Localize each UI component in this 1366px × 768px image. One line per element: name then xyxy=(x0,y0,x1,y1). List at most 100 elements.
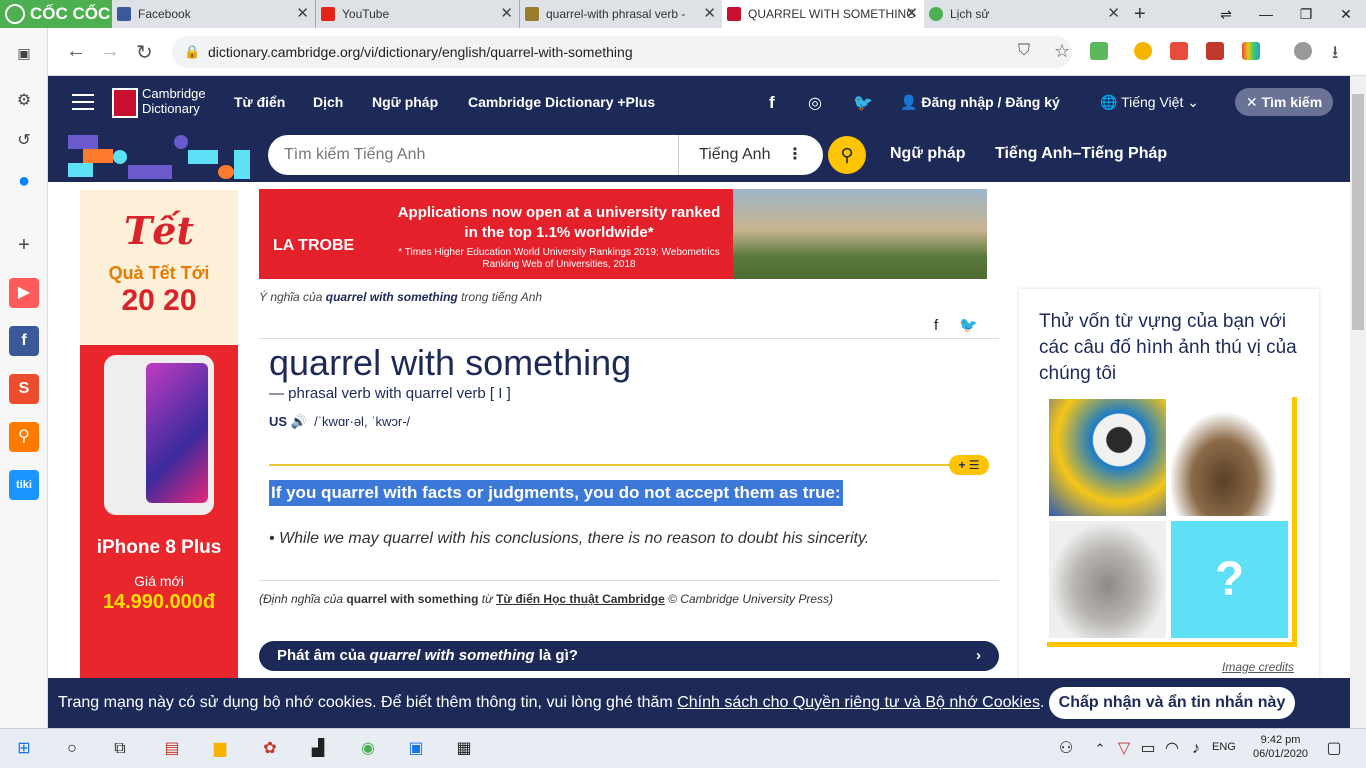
pronunciation-accordion[interactable]: Phát âm của quarrel with something là gì… xyxy=(259,641,999,671)
app-icon[interactable]: ▣ xyxy=(404,737,428,761)
nav-translate[interactable]: Dịch xyxy=(313,94,343,110)
facebook-sidebar-icon[interactable]: f xyxy=(9,326,39,356)
profile-avatar[interactable] xyxy=(1294,42,1312,60)
tab-history[interactable]: Lịch sử ✕ xyxy=(924,0,1126,28)
downloads-icon[interactable]: ⭳ xyxy=(1332,40,1338,70)
adblock-extension-icon[interactable] xyxy=(1170,42,1188,60)
cortana-icon[interactable]: ○ xyxy=(60,737,84,761)
address-bar[interactable]: 🔒 dictionary.cambridge.org/vi/dictionary/… xyxy=(172,36,1072,68)
reload-icon[interactable]: ↻ xyxy=(136,40,153,65)
tray-chevron-icon[interactable]: ⌃ xyxy=(1088,737,1112,761)
english-french-link[interactable]: Tiếng Anh–Tiếng Pháp xyxy=(995,145,1167,163)
close-tab-icon[interactable]: ✕ xyxy=(703,0,716,28)
input-language[interactable]: ENG xyxy=(1212,741,1236,753)
dictionary-selector[interactable]: Tiếng Anh ⋮ xyxy=(678,135,823,175)
top-advertisement[interactable]: LA TROBE Applications now open at a univ… xyxy=(259,189,987,279)
share-twitter-icon[interactable]: 🐦 xyxy=(959,317,978,334)
sidebar-toggle-icon[interactable]: ▣ xyxy=(9,38,39,68)
tab-youtube[interactable]: YouTube ✕ xyxy=(316,0,520,28)
divider xyxy=(259,338,999,339)
speaker-icon[interactable]: 🔊 xyxy=(291,414,307,429)
people-icon[interactable]: ⚇ xyxy=(1054,737,1078,761)
color-extension-icon[interactable] xyxy=(1242,42,1260,60)
add-sidebar-item-icon[interactable]: + xyxy=(9,230,39,260)
forward-icon[interactable]: → xyxy=(100,40,120,63)
youtube-sidebar-icon[interactable]: ▶ xyxy=(9,278,39,308)
quiz-image-grid[interactable]: ? xyxy=(1047,397,1297,647)
nav-plus[interactable]: Cambridge Dictionary +Plus xyxy=(468,94,655,110)
share-facebook-icon[interactable]: f xyxy=(934,317,938,334)
tiki-sidebar-icon[interactable]: tiki xyxy=(9,470,39,500)
app-icon[interactable]: ▦ xyxy=(452,737,476,761)
wifi-icon[interactable]: ◠ xyxy=(1160,737,1184,761)
coccoc-taskbar-icon[interactable]: ◉ xyxy=(356,737,380,761)
tab-cambridge-active[interactable]: QUARREL WITH SOMETHING ✕ xyxy=(722,0,924,28)
volume-icon[interactable]: ♪ xyxy=(1184,737,1208,761)
back-icon[interactable]: ← xyxy=(66,40,86,63)
tray-app-icon[interactable]: ▽ xyxy=(1112,737,1136,761)
ad-price-label: Giá mới xyxy=(134,573,184,589)
app-icon[interactable]: ▤ xyxy=(160,737,184,761)
coccoc-brand[interactable]: CỐC CỐC xyxy=(0,0,112,28)
logo-line2: Dictionary xyxy=(142,101,200,116)
battery-icon[interactable]: ▭ xyxy=(1136,737,1160,761)
task-view-icon[interactable]: ⧉ xyxy=(108,737,132,761)
tab-title: QUARREL WITH SOMETHING xyxy=(748,7,916,21)
close-tab-icon[interactable]: ✕ xyxy=(500,0,513,28)
cambridge-logo[interactable]: Cambridge Dictionary xyxy=(142,86,206,116)
messenger-icon[interactable]: ● xyxy=(9,166,39,196)
page-favicon-icon xyxy=(525,7,539,21)
nav-dictionary[interactable]: Từ điển xyxy=(234,94,285,110)
region-label: US xyxy=(269,414,288,429)
close-window-icon[interactable]: ✕ xyxy=(1326,0,1366,28)
clock[interactable]: 9:42 pm 06/01/2020 xyxy=(1253,733,1308,761)
notification-icon[interactable]: ▢ xyxy=(1322,737,1346,761)
cite-source-link[interactable]: Từ điển Học thuật Cambridge xyxy=(496,592,665,606)
close-tab-icon[interactable]: ✕ xyxy=(1107,0,1120,28)
page-scrollbar[interactable] xyxy=(1350,76,1366,728)
close-tab-icon[interactable]: ✕ xyxy=(296,0,309,28)
extension-icon[interactable] xyxy=(1206,42,1224,60)
cookie-banner: Trang mạng này có sử dụng bộ nhớ cookies… xyxy=(48,678,1350,728)
download-extension-icon[interactable] xyxy=(1090,42,1108,60)
search-input[interactable]: Tìm kiếm Tiếng Anh Tiếng Anh ⋮ xyxy=(268,135,823,175)
scrollbar-thumb[interactable] xyxy=(1352,94,1364,330)
history-icon[interactable]: ↺ xyxy=(9,126,39,156)
search-submit-button[interactable]: ⚲ xyxy=(828,136,866,174)
windows-start-icon[interactable]: ⊞ xyxy=(12,737,36,761)
search-placeholder: Tìm kiếm Tiếng Anh xyxy=(284,146,426,163)
quiz-panel[interactable]: Thử vốn từ vựng của bạn với các câu đố h… xyxy=(1019,289,1319,679)
maximize-icon[interactable]: ❐ xyxy=(1286,0,1326,28)
chrome-extension-icon[interactable] xyxy=(1134,42,1152,60)
shopee-sidebar-icon[interactable]: S xyxy=(9,374,39,404)
signin-link[interactable]: 👤 Đăng nhập / Đăng ký xyxy=(900,94,1060,111)
bookmark-star-icon[interactable]: ☆ xyxy=(1054,41,1070,62)
chevron-down-icon: ⌄ xyxy=(1183,94,1199,110)
facebook-icon[interactable]: f xyxy=(769,93,775,113)
app-icon[interactable]: ▟ xyxy=(306,737,330,761)
new-tab-button[interactable]: + xyxy=(1128,0,1158,28)
close-tab-icon[interactable]: ✕ xyxy=(905,0,918,28)
search-sidebar-icon[interactable]: ⚲ xyxy=(9,422,39,452)
add-to-wordlist-button[interactable]: + ☰ xyxy=(949,455,989,475)
settings-icon[interactable]: ⚙ xyxy=(9,86,39,116)
language-selector[interactable]: 🌐 Tiếng Việt ⌄ xyxy=(1100,94,1199,111)
grammar-link[interactable]: Ngữ pháp xyxy=(890,145,966,163)
accept-cookies-button[interactable]: Chấp nhận và ẩn tin nhắn này xyxy=(1049,687,1295,719)
image-credits-link[interactable]: Image credits xyxy=(1222,660,1294,674)
nav-grammar[interactable]: Ngữ pháp xyxy=(372,94,438,110)
minimize-icon[interactable]: — xyxy=(1246,0,1286,28)
history-icon xyxy=(929,7,943,21)
left-advertisement[interactable]: Tết Quà Tết Tới 20 20 iPhone 8 Plus Giá … xyxy=(80,190,238,680)
tab-search-icon[interactable]: ⇌ xyxy=(1206,0,1246,28)
file-explorer-icon[interactable]: ▆ xyxy=(208,737,232,761)
shield-icon[interactable]: ⛉ xyxy=(1018,42,1030,60)
privacy-policy-link[interactable]: Chính sách cho Quyền riêng tư và Bộ nhớ … xyxy=(677,694,1040,711)
app-icon[interactable]: ✿ xyxy=(258,737,282,761)
tab-facebook[interactable]: Facebook ✕ xyxy=(112,0,316,28)
search-toggle-button[interactable]: ✕ Tìm kiếm xyxy=(1235,88,1333,116)
tab-quarrel-phrasal[interactable]: quarrel-with phrasal verb - ✕ xyxy=(520,0,722,28)
instagram-icon[interactable]: ◎ xyxy=(808,93,822,113)
menu-icon[interactable] xyxy=(72,94,94,110)
twitter-icon[interactable]: 🐦 xyxy=(853,93,873,113)
